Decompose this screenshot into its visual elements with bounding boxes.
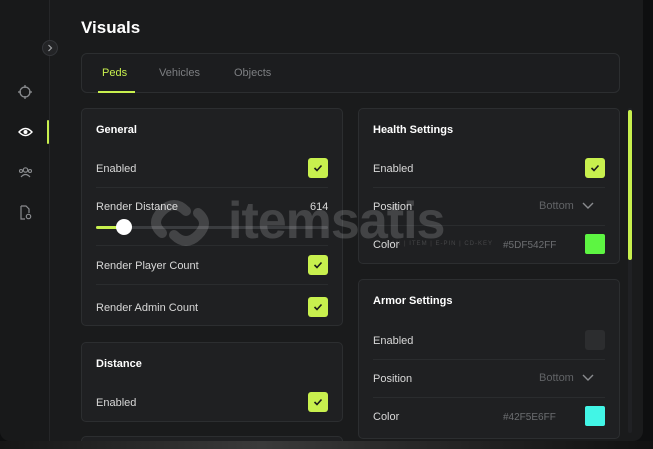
- tab-vehicles[interactable]: Vehicles: [159, 67, 200, 79]
- divider: [373, 187, 605, 188]
- health-color-label: Color: [373, 239, 400, 251]
- health-enabled-checkbox[interactable]: [585, 158, 605, 178]
- distance-card: Distance Enabled: [81, 342, 343, 422]
- background-strip: [0, 441, 653, 449]
- health-title: Health Settings: [373, 124, 454, 136]
- general-card: General Enabled Render Distance 614 Rend…: [81, 108, 343, 326]
- render-player-count-checkbox[interactable]: [308, 255, 328, 275]
- armor-position-value: Bottom: [539, 372, 574, 384]
- divider: [96, 284, 328, 285]
- divider: [96, 245, 328, 246]
- distance-enabled-checkbox[interactable]: [308, 392, 328, 412]
- general-enabled-label: Enabled: [96, 163, 137, 175]
- armor-position-select[interactable]: Bottom: [539, 372, 594, 384]
- file-settings-icon[interactable]: [17, 204, 33, 220]
- health-color-swatch[interactable]: [585, 234, 605, 254]
- divider: [373, 397, 605, 398]
- render-admin-count-label: Render Admin Count: [96, 302, 199, 314]
- tab-active-underline: [98, 91, 135, 93]
- tab-objects[interactable]: Objects: [234, 67, 271, 79]
- render-admin-count-checkbox[interactable]: [308, 297, 328, 317]
- users-icon[interactable]: [17, 164, 33, 180]
- general-title: General: [96, 124, 137, 136]
- health-enabled-label: Enabled: [373, 163, 414, 175]
- eye-icon[interactable]: [17, 124, 33, 140]
- rail-active-indicator: [47, 120, 49, 144]
- armor-enabled-checkbox[interactable]: [585, 330, 605, 350]
- health-position-label: Position: [373, 201, 413, 213]
- chevron-down-icon: [582, 372, 594, 384]
- health-color-hex[interactable]: #5DF542FF: [503, 240, 556, 251]
- render-distance-slider[interactable]: [96, 219, 328, 235]
- armor-position-label: Position: [373, 373, 413, 385]
- render-player-count-label: Render Player Count: [96, 260, 199, 272]
- divider: [373, 359, 605, 360]
- sidebar-rail: [0, 0, 50, 441]
- distance-title: Distance: [96, 358, 142, 370]
- render-distance-value: 614: [310, 201, 329, 213]
- page-title: Visuals: [81, 18, 141, 37]
- armor-settings-card: Armor Settings Enabled Position Bottom C…: [358, 279, 620, 439]
- scrollbar-thumb[interactable]: [628, 110, 632, 260]
- health-settings-card: Health Settings Enabled Position Bottom …: [358, 108, 620, 264]
- slider-thumb[interactable]: [115, 219, 132, 235]
- divider: [96, 187, 328, 188]
- general-enabled-checkbox[interactable]: [308, 158, 328, 178]
- tab-bar: Peds Vehicles Objects: [81, 53, 620, 93]
- health-position-value: Bottom: [539, 200, 574, 212]
- armor-enabled-label: Enabled: [373, 335, 414, 347]
- chevron-down-icon: [582, 200, 594, 212]
- armor-title: Armor Settings: [373, 295, 453, 307]
- armor-color-swatch[interactable]: [585, 406, 605, 426]
- crosshair-icon[interactable]: [17, 84, 33, 100]
- distance-enabled-label: Enabled: [96, 397, 137, 409]
- armor-color-label: Color: [373, 411, 400, 423]
- render-distance-label: Render Distance: [96, 201, 178, 213]
- chevron-right-icon[interactable]: [42, 40, 58, 56]
- divider: [373, 225, 605, 226]
- app-window: Visuals Peds Vehicles Objects General En…: [0, 0, 643, 441]
- health-position-select[interactable]: Bottom: [539, 200, 594, 212]
- tab-peds[interactable]: Peds: [102, 67, 127, 79]
- armor-color-hex[interactable]: #42F5E6FF: [503, 412, 556, 423]
